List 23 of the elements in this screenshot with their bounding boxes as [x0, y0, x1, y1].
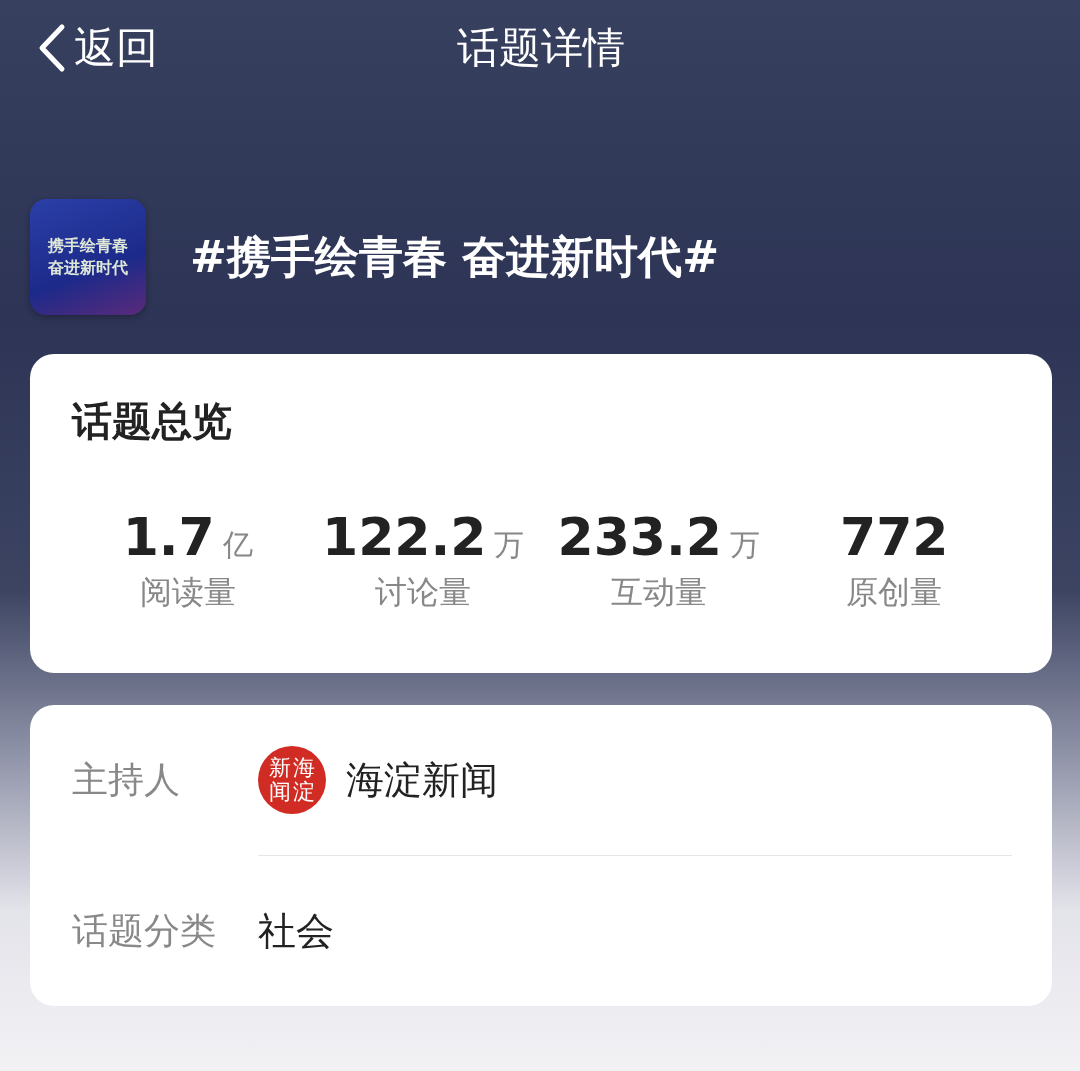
stat-value: 1.7	[122, 507, 215, 567]
stat-unit: 万	[494, 526, 525, 564]
cover-text: 携手绘青春	[48, 236, 128, 256]
stat-value: 233.2	[557, 507, 722, 567]
stat-unit: 亿	[222, 526, 253, 564]
avatar-text: 新闻	[269, 755, 291, 805]
stat-value: 122.2	[322, 507, 487, 567]
stat-value: 772	[839, 507, 949, 567]
avatar-text: 海淀	[293, 755, 315, 805]
cover-text: 奋进新时代	[48, 258, 128, 278]
stat-label: 原创量	[846, 572, 943, 613]
stat-unit: 万	[730, 526, 760, 564]
stat-label: 讨论量	[375, 572, 472, 613]
info-value: 海淀新闻	[346, 756, 498, 804]
stat-label: 互动量	[610, 572, 707, 613]
info-label: 话题分类	[72, 908, 217, 953]
stat-label: 阅读量	[139, 572, 236, 613]
back-button[interactable]: 返回	[30, 19, 158, 76]
info-label: 主持人	[72, 757, 181, 802]
page-title: 话题详情	[457, 21, 625, 74]
info-value: 社会	[258, 907, 334, 955]
topic-title: #携手绘青春 奋进新时代#	[190, 229, 720, 284]
section-heading: 话题总览	[70, 397, 233, 446]
